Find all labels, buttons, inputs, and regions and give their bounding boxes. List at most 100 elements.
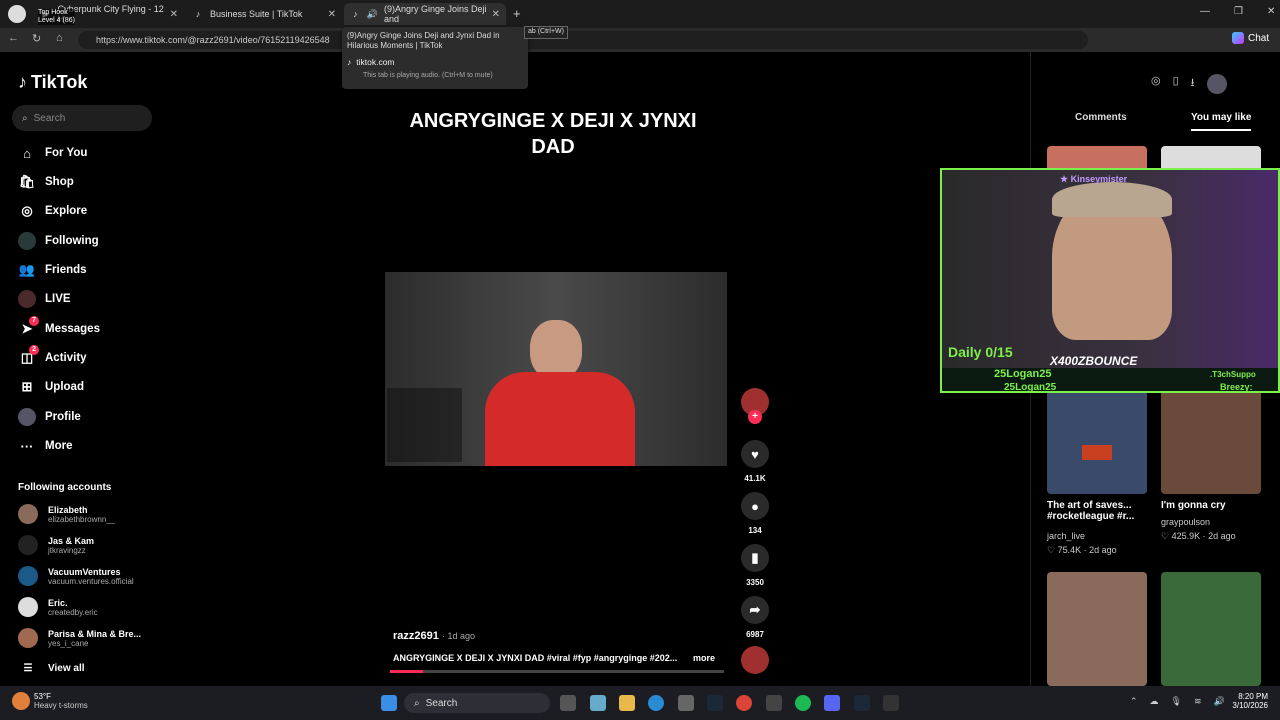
browser-profile-icon[interactable] bbox=[8, 5, 26, 23]
following-account[interactable]: Eric. createdby.eric bbox=[18, 597, 98, 617]
share-button[interactable]: ➦ 6987 bbox=[740, 596, 770, 639]
edge-icon[interactable] bbox=[648, 695, 664, 711]
home-icon[interactable]: ⌂ bbox=[56, 32, 63, 44]
friends-icon: 👥 bbox=[18, 262, 36, 277]
nav-upload[interactable]: ⊞ Upload bbox=[18, 378, 84, 396]
wifi-icon[interactable]: ≋ bbox=[1194, 696, 1202, 707]
video-title: ANGRYGINGE X DEJI X JYNXI DAD bbox=[409, 110, 697, 158]
card-author[interactable]: graypoulson bbox=[1161, 517, 1210, 527]
steam-icon[interactable] bbox=[707, 695, 723, 711]
app-icon[interactable] bbox=[766, 695, 782, 711]
more-link[interactable]: more bbox=[693, 653, 715, 663]
creator-avatar-button[interactable]: + bbox=[740, 388, 770, 424]
file-explorer-icon[interactable] bbox=[619, 695, 635, 711]
download-icon[interactable]: ⭳ bbox=[1191, 74, 1195, 94]
minimize-icon[interactable]: — bbox=[1200, 6, 1210, 17]
avatar bbox=[18, 504, 38, 524]
following-account[interactable]: Parisa & Mina & Bre... yes_i_cane bbox=[18, 628, 141, 648]
maximize-icon[interactable]: ❐ bbox=[1234, 6, 1243, 17]
phone-icon[interactable]: ▯ bbox=[1173, 74, 1179, 94]
card-title[interactable]: The art of saves... #rocketleague #r... bbox=[1047, 500, 1147, 522]
chrome-icon[interactable] bbox=[736, 695, 752, 711]
video-thumbnail[interactable] bbox=[1161, 572, 1261, 686]
following-icon bbox=[18, 232, 36, 250]
nav-shop[interactable]: 🛍 Shop bbox=[18, 173, 74, 191]
tiktok-note-icon: ♪ bbox=[18, 72, 27, 92]
avatar bbox=[18, 566, 38, 586]
nav-activity[interactable]: ◫ 2 Activity bbox=[18, 345, 87, 367]
cap-shape bbox=[1052, 182, 1172, 217]
cloud-icon[interactable]: ☁ bbox=[1150, 696, 1159, 707]
compass-icon[interactable]: ◎ bbox=[1151, 74, 1161, 94]
url-field[interactable]: https://www.tiktok.com/@razz2691/video/7… bbox=[78, 31, 1088, 49]
tab-you-may-like[interactable]: You may like bbox=[1191, 112, 1252, 131]
game-overlay-text: Top Hook Level 4 (86) bbox=[38, 9, 75, 25]
video-progress-bar[interactable] bbox=[390, 670, 724, 673]
spotify-icon[interactable] bbox=[795, 695, 811, 711]
copilot-app-icon[interactable] bbox=[590, 695, 606, 711]
close-tab-shortcut-tooltip: ab (Ctrl+W) bbox=[524, 26, 568, 39]
store-icon[interactable] bbox=[678, 695, 694, 711]
red-jacket bbox=[485, 372, 635, 466]
nav-more[interactable]: ··· More bbox=[18, 437, 73, 455]
copilot-chat-button[interactable]: Chat bbox=[1232, 32, 1269, 44]
view-all-link[interactable]: ☰ View all bbox=[18, 663, 85, 674]
nav-for-you[interactable]: ⌂ For You bbox=[18, 144, 87, 162]
close-window-icon[interactable]: ✕ bbox=[1267, 6, 1275, 17]
video-author[interactable]: razz2691 · 1d ago bbox=[393, 630, 475, 642]
following-account[interactable]: Elizabeth elizabethbrownn__ bbox=[18, 504, 115, 524]
close-tab-icon[interactable]: ✕ bbox=[170, 9, 178, 20]
speaker-icon[interactable]: 🔊 bbox=[367, 8, 378, 20]
weather-icon[interactable] bbox=[12, 692, 30, 710]
browser-tab-bar: ▶ Cyberpunk City Flying - 12 H ✕ Top Hoo… bbox=[0, 0, 1280, 28]
taskbar-search[interactable]: ⌕ Search bbox=[404, 693, 550, 713]
nav-messages[interactable]: ➤ 7 Messages bbox=[18, 316, 100, 338]
card-title[interactable]: I'm gonna cry bbox=[1161, 500, 1226, 511]
window-controls: — ❐ ✕ bbox=[1200, 6, 1275, 17]
stream-webcam-overlay: ★ Kinseymister Daily 0/15 X400ZBOUNCE 25… bbox=[940, 168, 1280, 393]
chevron-up-icon[interactable]: ⌃ bbox=[1130, 696, 1138, 707]
follow-plus-icon[interactable]: + bbox=[748, 410, 762, 424]
mic-icon[interactable]: 🎙 bbox=[1171, 696, 1182, 707]
close-tab-icon[interactable]: ✕ bbox=[328, 9, 336, 20]
back-icon[interactable]: ← bbox=[8, 32, 19, 44]
tiktok-icon: ♪ bbox=[353, 9, 358, 19]
xbox-icon[interactable] bbox=[883, 695, 899, 711]
user-avatar[interactable] bbox=[1206, 74, 1227, 94]
following-account[interactable]: Jas & Kam jtkravingzz bbox=[18, 535, 94, 555]
card-author[interactable]: jarch_live bbox=[1047, 531, 1085, 541]
close-tab-icon[interactable]: ✕ bbox=[492, 9, 500, 20]
next-video-avatar[interactable] bbox=[740, 646, 770, 680]
nav-explore[interactable]: ◎ Explore bbox=[18, 202, 87, 220]
tab-business-suite[interactable]: ♪ Business Suite | TikTok ✕ bbox=[186, 3, 342, 25]
person-head bbox=[530, 320, 582, 380]
tiktok-logo[interactable]: ♪ TikTok bbox=[18, 72, 87, 93]
following-account[interactable]: VacuumVentures vacuum.ventures.official bbox=[18, 566, 134, 586]
new-tab-icon[interactable]: + bbox=[513, 6, 521, 21]
weather-widget[interactable]: 53°F Heavy t-storms bbox=[34, 692, 88, 710]
nav-following[interactable]: Following bbox=[18, 232, 99, 250]
search-input[interactable]: ⌕ Search bbox=[12, 105, 152, 131]
overlay-user: 25Logan25 bbox=[994, 368, 1052, 380]
tab-comments[interactable]: Comments bbox=[1075, 112, 1127, 123]
video-thumbnail[interactable] bbox=[1047, 572, 1147, 686]
like-button[interactable]: ♥ 41.1K bbox=[740, 440, 770, 483]
reload-icon[interactable]: ↻ bbox=[32, 32, 41, 45]
discord-icon[interactable] bbox=[824, 695, 840, 711]
windows-start-icon[interactable] bbox=[381, 695, 397, 711]
nav-friends[interactable]: 👥 Friends bbox=[18, 261, 87, 279]
task-view-icon[interactable] bbox=[560, 695, 576, 711]
comment-button[interactable]: ● 134 bbox=[740, 492, 770, 535]
steam-icon[interactable] bbox=[854, 695, 870, 711]
video-thumbnail-rocket-league[interactable] bbox=[1047, 390, 1147, 494]
video-progress-fill bbox=[390, 670, 424, 673]
clock[interactable]: 8:20 PM 3/10/2026 bbox=[1224, 692, 1268, 710]
avatar bbox=[18, 628, 38, 648]
tab-angry-ginge[interactable]: ♪ 🔊 (9)Angry Ginge Joins Deji and ✕ bbox=[344, 3, 506, 25]
video-thumbnail-party[interactable] bbox=[1161, 390, 1261, 494]
nav-profile[interactable]: Profile bbox=[18, 408, 81, 426]
nav-live[interactable]: LIVE bbox=[18, 290, 71, 308]
more-icon: ··· bbox=[20, 438, 34, 454]
save-button[interactable]: ▮ 3350 bbox=[740, 544, 770, 587]
video-player[interactable] bbox=[385, 272, 727, 466]
